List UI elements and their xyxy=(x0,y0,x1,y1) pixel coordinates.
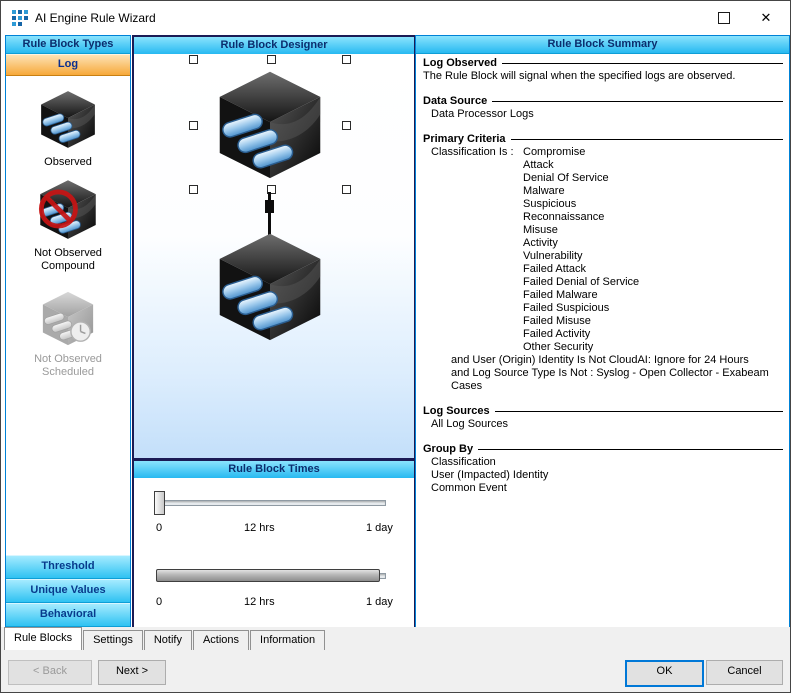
type-item-not-observed-compound[interactable]: Not Observed Compound xyxy=(6,177,130,273)
block-connector-knob[interactable] xyxy=(265,200,274,213)
classification-value: Compromise xyxy=(523,146,639,159)
rule-block-cube-top[interactable] xyxy=(212,66,328,182)
section-heading-log-observed: Log Observed xyxy=(423,57,783,70)
classification-value: Reconnaissance xyxy=(523,211,639,224)
type-item-observed[interactable]: Observed xyxy=(6,88,130,169)
window-title: AI Engine Rule Wizard xyxy=(35,11,156,25)
title-bar[interactable]: AI Engine Rule Wizard ✕ xyxy=(1,1,790,34)
classification-value: Failed Misuse xyxy=(523,315,639,328)
unique-values-type-button[interactable]: Unique Values xyxy=(6,579,130,603)
rule-block-summary-header: Rule Block Summary xyxy=(416,36,789,54)
tick-label-12hrs: 12 hrs xyxy=(244,596,275,608)
close-icon: ✕ xyxy=(761,10,772,26)
criteria-and-line: and User (Origin) Identity Is Not CloudA… xyxy=(423,354,783,367)
classification-value: Misuse xyxy=(523,224,639,237)
log-sources-value: All Log Sources xyxy=(423,418,783,431)
criteria-and-line: and Log Source Type Is Not : Syslog - Op… xyxy=(423,367,783,393)
classification-value: Attack xyxy=(523,159,639,172)
group-by-item: Common Event xyxy=(423,482,783,495)
classification-value: Denial Of Service xyxy=(523,172,639,185)
log-type-button[interactable]: Log xyxy=(6,54,130,76)
ok-button[interactable]: OK xyxy=(625,660,704,687)
classification-value: Failed Denial of Service xyxy=(523,276,639,289)
classification-value: Other Security xyxy=(523,341,639,354)
tick-label-12hrs: 12 hrs xyxy=(244,522,275,534)
resize-handle[interactable] xyxy=(342,55,351,64)
classification-criteria: Classification Is : Compromise Attack De… xyxy=(423,146,783,354)
designer-canvas[interactable] xyxy=(134,54,414,458)
classification-value: Vulnerability xyxy=(523,250,639,263)
maximize-button[interactable] xyxy=(704,3,744,32)
rule-block-times-panel: Rule Block Times 0 12 hrs 1 day 0 12 hrs… xyxy=(132,459,416,630)
resize-handle[interactable] xyxy=(189,121,198,130)
rule-block-times-header: Rule Block Times xyxy=(134,461,414,479)
section-heading-primary-criteria: Primary Criteria xyxy=(423,133,783,146)
rule-block-summary-panel: Rule Block Summary Log Observed The Rule… xyxy=(415,35,790,628)
resize-handle[interactable] xyxy=(267,55,276,64)
section-heading-log-sources: Log Sources xyxy=(423,405,783,418)
threshold-type-button[interactable]: Threshold xyxy=(6,555,130,579)
tick-label-0: 0 xyxy=(156,522,162,534)
close-button[interactable]: ✕ xyxy=(746,3,786,32)
classification-value: Failed Malware xyxy=(523,289,639,302)
tab-notify[interactable]: Notify xyxy=(144,630,192,650)
tab-actions[interactable]: Actions xyxy=(193,630,249,650)
heading-rule xyxy=(502,63,783,64)
classification-value: Failed Attack xyxy=(523,263,639,276)
group-by-item: Classification xyxy=(423,456,783,469)
type-item-label: Not Observed Scheduled xyxy=(34,353,102,379)
not-observed-compound-icon xyxy=(36,177,100,241)
ai-engine-rule-wizard-window: AI Engine Rule Wizard ✕ Rule Block Types… xyxy=(0,0,791,693)
resize-handle[interactable] xyxy=(189,55,198,64)
rule-block-types-panel: Rule Block Types Log Observed Not Observ… xyxy=(5,35,131,628)
section-heading-data-source: Data Source xyxy=(423,95,783,108)
heading-rule xyxy=(478,449,783,450)
type-item-label: Not Observed Compound xyxy=(34,247,102,273)
resize-handle[interactable] xyxy=(342,185,351,194)
classification-values: Compromise Attack Denial Of Service Malw… xyxy=(523,146,639,354)
app-logo-icon xyxy=(11,9,29,27)
observed-cube-icon xyxy=(37,88,99,150)
behavioral-type-button[interactable]: Behavioral xyxy=(6,603,130,627)
classification-value: Suspicious xyxy=(523,198,639,211)
rule-block-types-header: Rule Block Types xyxy=(6,36,130,54)
data-source-value: Data Processor Logs xyxy=(423,108,783,121)
back-button[interactable]: < Back xyxy=(8,660,92,685)
time-slider-thumb[interactable] xyxy=(154,491,165,515)
footer-bar: < Back Next > OK Cancel xyxy=(1,650,790,692)
tab-settings[interactable]: Settings xyxy=(83,630,143,650)
summary-body: Log Observed The Rule Block will signal … xyxy=(416,53,789,627)
group-by-item: User (Impacted) Identity xyxy=(423,469,783,482)
times-canvas: 0 12 hrs 1 day 0 12 hrs 1 day xyxy=(134,478,414,628)
rule-block-designer-panel: Rule Block Designer xyxy=(132,35,416,460)
heading-rule xyxy=(495,411,783,412)
classification-value: Activity xyxy=(523,237,639,250)
next-button[interactable]: Next > xyxy=(98,660,166,685)
classification-label: Classification Is : xyxy=(431,146,523,354)
log-observed-description: The Rule Block will signal when the spec… xyxy=(423,70,783,83)
tab-rule-blocks[interactable]: Rule Blocks xyxy=(4,627,82,650)
bottom-tab-strip: Rule Blocks Settings Notify Actions Info… xyxy=(1,627,790,650)
section-heading-group-by: Group By xyxy=(423,443,783,456)
tick-label-1day: 1 day xyxy=(366,596,393,608)
resize-handle[interactable] xyxy=(189,185,198,194)
range-slider-bar[interactable] xyxy=(156,569,380,582)
rule-block-designer-header: Rule Block Designer xyxy=(134,37,414,55)
maximize-icon xyxy=(718,12,730,24)
type-item-label: Observed xyxy=(44,156,92,169)
resize-handle[interactable] xyxy=(342,121,351,130)
classification-value: Failed Suspicious xyxy=(523,302,639,315)
time-slider-track[interactable] xyxy=(156,500,386,506)
type-item-not-observed-scheduled[interactable]: Not Observed Scheduled xyxy=(6,289,130,379)
tab-information[interactable]: Information xyxy=(250,630,325,650)
rule-block-cube-bottom[interactable] xyxy=(212,228,328,344)
tick-label-0: 0 xyxy=(156,596,162,608)
not-observed-scheduled-icon xyxy=(39,289,97,347)
classification-value: Malware xyxy=(523,185,639,198)
classification-value: Failed Activity xyxy=(523,328,639,341)
cancel-button[interactable]: Cancel xyxy=(706,660,783,685)
heading-rule xyxy=(511,139,783,140)
tick-label-1day: 1 day xyxy=(366,522,393,534)
heading-rule xyxy=(492,101,783,102)
